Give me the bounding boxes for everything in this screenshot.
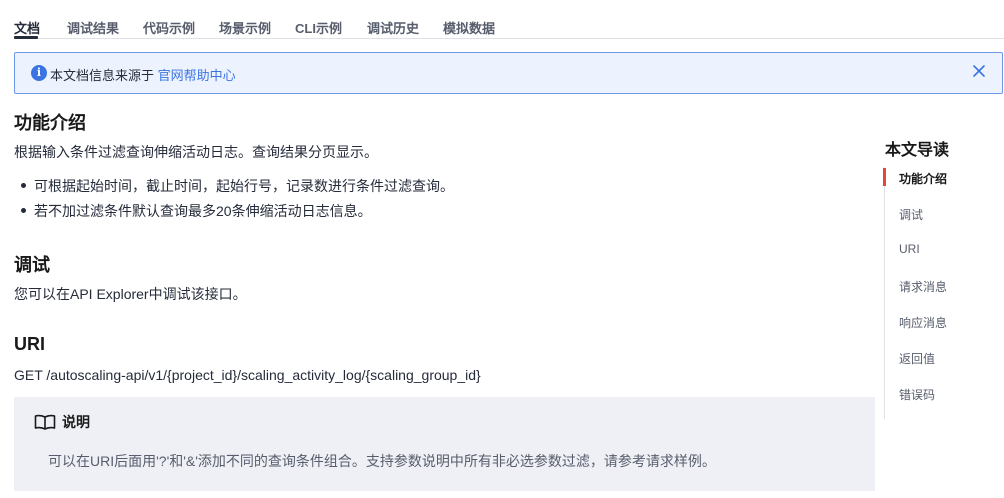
- banner-text: 本文档信息来源于: [50, 68, 155, 83]
- toc-item-error-code[interactable]: 错误码: [899, 386, 935, 403]
- tab-debug-history[interactable]: 调试历史: [367, 18, 419, 37]
- intro-bullet-2: 若不加过滤条件默认查询最多20条伸缩活动日志信息。: [34, 203, 372, 219]
- toc-item-debug[interactable]: 调试: [899, 206, 923, 223]
- note-box: 说明 可以在URI后面用'?'和'&'添加不同的查询条件组合。支持参数说明中所有…: [14, 397, 875, 491]
- tab-cli-example[interactable]: CLI示例: [295, 18, 342, 37]
- info-banner: i 本文档信息来源于 官网帮助中心: [14, 52, 1003, 94]
- section-title-intro: 功能介绍: [14, 113, 86, 133]
- close-icon[interactable]: [970, 62, 988, 80]
- toc-active-indicator: [883, 168, 886, 186]
- tab-code-example[interactable]: 代码示例: [143, 18, 195, 37]
- info-icon: i: [31, 65, 47, 81]
- banner-message: 本文档信息来源于 官网帮助中心: [50, 65, 236, 84]
- section-title-uri: URI: [14, 334, 45, 354]
- toc-item-response[interactable]: 响应消息: [899, 314, 947, 331]
- help-center-link[interactable]: 官网帮助中心: [158, 68, 236, 83]
- bullet-dot: [21, 208, 26, 213]
- toc-item-uri[interactable]: URI: [899, 242, 920, 256]
- section-title-debug: 调试: [14, 255, 50, 275]
- tab-mock-data[interactable]: 模拟数据: [443, 18, 495, 37]
- active-tab-indicator: [14, 36, 38, 39]
- tab-scenario-example[interactable]: 场景示例: [219, 18, 271, 37]
- debug-description: 您可以在API Explorer中调试该接口。: [14, 286, 247, 302]
- note-title: 说明: [62, 414, 90, 430]
- toc-item-return-value[interactable]: 返回值: [899, 350, 935, 367]
- toc-rail: [884, 167, 885, 419]
- toc-item-intro[interactable]: 功能介绍: [899, 170, 947, 187]
- toc-item-request[interactable]: 请求消息: [899, 278, 947, 295]
- tab-docs[interactable]: 文档: [14, 18, 40, 37]
- uri-value: GET /autoscaling-api/v1/{project_id}/sca…: [14, 367, 481, 383]
- book-icon: [34, 414, 56, 430]
- bullet-dot: [21, 183, 26, 188]
- intro-description: 根据输入条件过滤查询伸缩活动日志。查询结果分页显示。: [14, 144, 378, 160]
- toc-title: 本文导读: [885, 142, 950, 159]
- tab-debug-result[interactable]: 调试结果: [67, 18, 119, 37]
- tab-bar: 文档 调试结果 代码示例 场景示例 CLI示例 调试历史 模拟数据: [14, 0, 1004, 39]
- intro-bullet-1: 可根据起始时间，截止时间，起始行号，记录数进行条件过滤查询。: [34, 178, 454, 194]
- note-text: 可以在URI后面用'?'和'&'添加不同的查询条件组合。支持参数说明中所有非必选…: [48, 453, 716, 469]
